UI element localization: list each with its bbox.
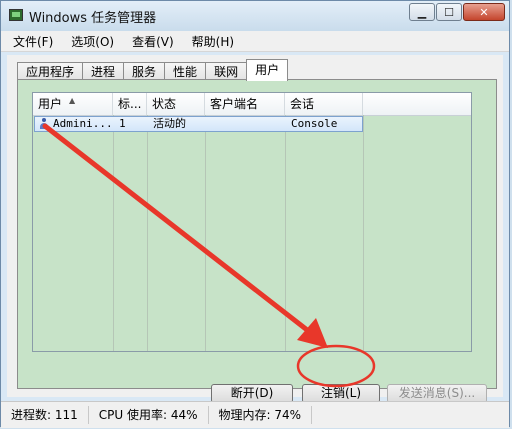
column-divider xyxy=(285,115,286,351)
column-divider xyxy=(363,115,364,351)
menu-options[interactable]: 选项(O) xyxy=(59,31,120,51)
maximize-button[interactable]: ☐ xyxy=(436,3,462,21)
cell-id: 1 xyxy=(119,117,126,130)
status-cpu: CPU 使用率: 44% xyxy=(89,406,209,424)
status-memory: 物理内存: 74% xyxy=(209,406,313,424)
task-manager-window: Windows 任务管理器 ▁ ☐ ✕ 文件(F) 选项(O) 查看(V) 帮助… xyxy=(0,0,510,428)
user-icon xyxy=(39,118,49,129)
minimize-icon: ▁ xyxy=(417,5,427,19)
column-header-id[interactable]: 标... xyxy=(113,93,147,115)
column-header-user-label: 用户 xyxy=(38,97,63,111)
column-divider xyxy=(205,115,206,351)
column-header-client[interactable]: 客户端名 xyxy=(205,93,285,115)
menu-view[interactable]: 查看(V) xyxy=(120,31,180,51)
users-list[interactable]: 用户 ▲ 标... 状态 客户端名 会话 Admini... 1 活动的 Con… xyxy=(32,92,472,352)
task-manager-icon xyxy=(9,9,23,21)
users-panel: 用户 ▲ 标... 状态 客户端名 会话 Admini... 1 活动的 Con… xyxy=(17,79,497,403)
column-header-status[interactable]: 状态 xyxy=(147,93,205,115)
column-header-user[interactable]: 用户 ▲ xyxy=(33,93,113,115)
column-header-session[interactable]: 会话 xyxy=(285,93,363,115)
list-header: 用户 ▲ 标... 状态 客户端名 会话 xyxy=(33,93,471,116)
tab-users[interactable]: 用户 xyxy=(246,59,289,81)
status-bar: 进程数: 111 CPU 使用率: 44% 物理内存: 74% xyxy=(1,401,509,428)
column-divider xyxy=(113,115,114,351)
window-controls: ▁ ☐ ✕ xyxy=(408,3,505,21)
close-icon: ✕ xyxy=(479,5,489,19)
maximize-icon: ☐ xyxy=(444,5,454,19)
title-bar[interactable]: Windows 任务管理器 ▁ ☐ ✕ xyxy=(1,1,509,31)
tab-strip: 应用程序 进程 服务 性能 联网 用户 xyxy=(17,59,289,81)
table-row[interactable]: Admini... 1 活动的 Console xyxy=(34,116,363,132)
sort-ascending-icon: ▲ xyxy=(69,96,76,105)
status-processes: 进程数: 111 xyxy=(1,406,89,424)
cell-status: 活动的 xyxy=(153,117,186,130)
column-divider xyxy=(147,115,148,351)
main-area: 应用程序 进程 服务 性能 联网 用户 用户 ▲ 标... 状态 客户端名 会话 xyxy=(7,55,503,403)
cell-session: Console xyxy=(291,117,338,130)
menu-file[interactable]: 文件(F) xyxy=(1,31,59,51)
minimize-button[interactable]: ▁ xyxy=(409,3,435,21)
close-button[interactable]: ✕ xyxy=(463,3,505,21)
window-title: Windows 任务管理器 xyxy=(29,11,157,26)
menu-help[interactable]: 帮助(H) xyxy=(180,31,240,51)
menu-bar: 文件(F) 选项(O) 查看(V) 帮助(H) xyxy=(1,31,509,52)
cell-user: Admini... xyxy=(53,117,113,130)
